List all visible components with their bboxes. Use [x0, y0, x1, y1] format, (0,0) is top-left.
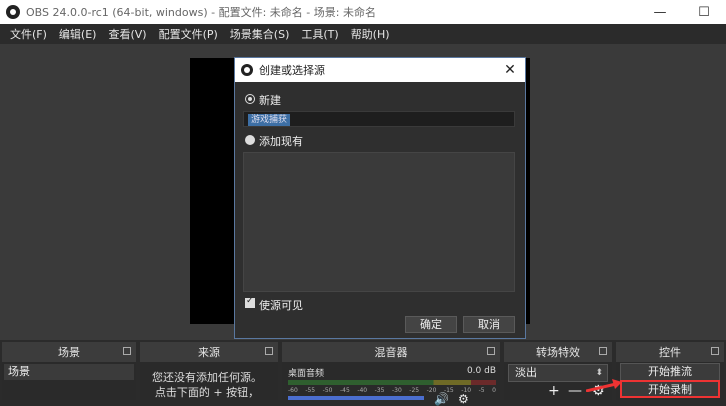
speaker-icon[interactable]: 🔊 — [434, 392, 449, 406]
meter-tick: -25 — [409, 387, 420, 394]
make-visible-label: 使源可见 — [259, 299, 303, 312]
meter-tick: -35 — [374, 387, 385, 394]
dock-float-icon[interactable] — [599, 347, 607, 355]
dock-float-icon[interactable] — [123, 347, 131, 355]
scene-item[interactable]: 场景 — [4, 364, 134, 380]
menu-help[interactable]: 帮助(H) — [345, 26, 396, 42]
sources-list: 您还没有添加任何源。 点击下面的 + 按钮， — [140, 362, 278, 400]
meter-tick: -5 — [478, 387, 485, 394]
source-name-value: 游戏捕获 — [248, 114, 291, 126]
dock-float-icon[interactable] — [487, 347, 495, 355]
scenes-dock-title: 场景 — [58, 346, 80, 359]
minimize-button[interactable]: — — [638, 0, 682, 24]
mixer-dock-title: 混音器 — [374, 346, 408, 359]
meter-tick: -50 — [322, 387, 333, 394]
transition-select-value: 淡出 — [515, 366, 537, 379]
radio-new-label: 新建 — [259, 94, 281, 107]
scenes-dock-header: 场景 — [2, 342, 136, 362]
sources-hint-line: 点击下面的 + 按钮， — [154, 386, 260, 399]
add-transition-button[interactable]: + — [548, 384, 560, 398]
make-visible-checkbox[interactable] — [245, 296, 255, 308]
transitions-dock-header: 转场特效 — [504, 342, 612, 362]
menu-bar: 文件(F) 编辑(E) 查看(V) 配置文件(P) 场景集合(S) 工具(T) … — [0, 24, 726, 44]
mixer-dock-header: 混音器 — [282, 342, 500, 362]
controls-dock-header: 控件 — [616, 342, 724, 362]
maximize-button[interactable]: ☐ — [682, 0, 726, 24]
meter-tick: 0 — [492, 387, 496, 394]
meter-tick: -30 — [391, 387, 402, 394]
meter-tick: -60 — [288, 387, 298, 394]
sources-hint-line: 您还没有添加任何源。 — [152, 371, 262, 384]
maximize-icon: ☐ — [698, 4, 710, 20]
track-name: 桌面音频 — [288, 369, 325, 379]
window-titlebar: OBS 24.0.0-rc1 (64-bit, windows) - 配置文件:… — [0, 0, 726, 24]
menu-file[interactable]: 文件(F) — [4, 26, 53, 42]
source-name-input[interactable]: 游戏捕获 — [243, 111, 515, 127]
volume-fader[interactable] — [288, 396, 424, 400]
menu-edit[interactable]: 编辑(E) — [53, 26, 103, 42]
cancel-button[interactable]: 取消 — [463, 316, 515, 333]
meter-tick: -45 — [339, 387, 350, 394]
sources-empty-hint: 您还没有添加任何源。 点击下面的 + 按钮， — [142, 370, 272, 400]
close-icon[interactable]: ✕ — [501, 60, 519, 80]
track-db: 0.0 dB — [466, 366, 496, 376]
mixer-panel: 桌面音频 0.0 dB -60 -55 -50 -45 -40 -35 -30 … — [282, 362, 500, 406]
create-select-source-dialog: 创建或选择源 ✕ 新建 游戏捕获 添加现有 使源可见 确定 取消 — [234, 57, 526, 339]
scenes-list: 场景 — [2, 362, 136, 400]
menu-view[interactable]: 查看(V) — [102, 26, 152, 42]
obs-logo-icon — [6, 5, 20, 19]
start-streaming-button[interactable]: 开始推流 — [620, 363, 720, 381]
sources-dock-header: 来源 — [140, 342, 278, 362]
obs-logo-icon — [241, 64, 253, 76]
sources-dock-title: 来源 — [198, 346, 220, 359]
menu-profile[interactable]: 配置文件(P) — [153, 26, 224, 42]
radio-add-existing-label: 添加现有 — [259, 135, 303, 148]
meter-tick: -40 — [357, 387, 368, 394]
transitions-dock-title: 转场特效 — [536, 346, 580, 359]
dialog-titlebar: 创建或选择源 ✕ — [235, 58, 525, 82]
minimize-icon: — — [653, 4, 667, 20]
meter-tick: -55 — [305, 387, 316, 394]
controls-dock-title: 控件 — [659, 346, 681, 359]
radio-add-existing[interactable] — [245, 135, 255, 145]
start-recording-button[interactable]: 开始录制 — [620, 380, 720, 398]
volume-meter — [288, 380, 496, 385]
red-arrow-icon — [586, 379, 622, 392]
ok-button[interactable]: 确定 — [405, 316, 457, 333]
menu-scene-collection[interactable]: 场景集合(S) — [224, 26, 296, 42]
menu-tools[interactable]: 工具(T) — [295, 26, 344, 42]
radio-new[interactable] — [245, 94, 255, 104]
dialog-title: 创建或选择源 — [259, 64, 325, 77]
dock-float-icon[interactable] — [265, 347, 273, 355]
dock-float-icon[interactable] — [711, 347, 719, 355]
gear-icon[interactable]: ⚙ — [458, 392, 469, 406]
remove-transition-button[interactable]: — — [568, 384, 582, 398]
existing-sources-list[interactable] — [243, 152, 515, 292]
window-title: OBS 24.0.0-rc1 (64-bit, windows) - 配置文件:… — [26, 6, 376, 19]
